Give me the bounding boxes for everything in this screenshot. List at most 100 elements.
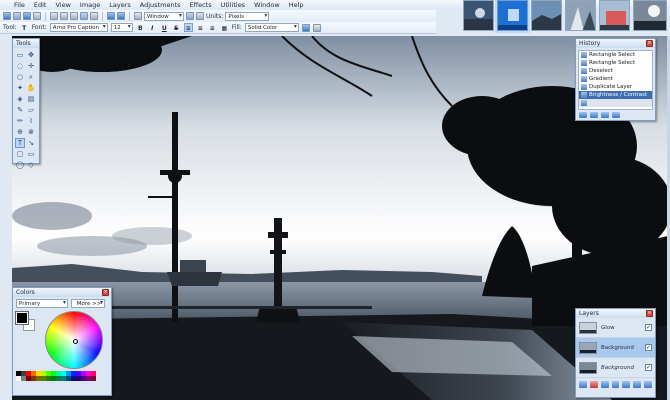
merge-layer-icon[interactable] xyxy=(611,381,620,388)
layer-visibility-checkbox[interactable]: ✓ xyxy=(645,344,652,351)
color-mode-select[interactable]: Primary xyxy=(16,299,68,308)
fill-mode-icon[interactable]: ▦ xyxy=(220,23,229,32)
recolor-icon[interactable]: ⊗ xyxy=(26,127,36,137)
rectangle-shape-icon[interactable]: ▢ xyxy=(15,149,25,159)
cut-icon[interactable] xyxy=(50,12,58,20)
delete-layer-icon[interactable] xyxy=(589,381,598,388)
underline-button[interactable]: U xyxy=(160,23,169,32)
open-icon[interactable] xyxy=(13,12,21,20)
move-layer-down-icon[interactable] xyxy=(633,381,642,388)
crop-icon[interactable] xyxy=(80,12,88,20)
menu-view[interactable]: View xyxy=(55,1,70,9)
layer-visibility-checkbox[interactable]: ✓ xyxy=(645,364,652,371)
eraser-icon[interactable]: ▱ xyxy=(26,105,36,115)
layer-properties-icon[interactable] xyxy=(644,381,653,388)
align-left-button[interactable]: ≡ xyxy=(183,23,193,32)
align-center-button[interactable]: ≡ xyxy=(196,23,205,32)
strikeout-button[interactable]: S xyxy=(172,23,181,32)
zoom-icon[interactable] xyxy=(134,12,142,20)
italic-button[interactable]: I xyxy=(148,23,157,32)
image-thumbnail[interactable] xyxy=(497,0,528,31)
history-item[interactable]: Deselect xyxy=(579,67,652,75)
menu-window[interactable]: Window xyxy=(254,1,280,9)
rounded-rectangle-icon[interactable]: ▭ xyxy=(26,149,36,159)
lasso-select-icon[interactable]: ◌ xyxy=(15,61,25,71)
ellipse-shape-icon[interactable]: ◯ xyxy=(15,160,25,170)
image-thumbnail[interactable] xyxy=(531,0,562,31)
ellipse-select-icon[interactable]: ○ xyxy=(15,72,25,82)
paintbrush-icon[interactable]: ✎ xyxy=(15,105,25,115)
undo-icon[interactable] xyxy=(107,12,115,20)
text-tool-icon[interactable]: T xyxy=(20,23,29,32)
history-item-selected[interactable]: Brightness / Contrast xyxy=(579,91,652,99)
deselect-icon[interactable] xyxy=(90,12,98,20)
text-tool-icon[interactable]: T xyxy=(15,138,25,148)
menu-layers[interactable]: Layers xyxy=(109,1,131,9)
magic-wand-icon[interactable]: ✦ xyxy=(15,83,25,93)
freeform-shape-icon[interactable]: ◇ xyxy=(26,160,36,170)
new-image-icon[interactable] xyxy=(3,12,11,20)
add-layer-icon[interactable] xyxy=(579,381,587,388)
clone-stamp-icon[interactable]: ⊕ xyxy=(15,127,25,137)
fill-select[interactable]: Solid Color xyxy=(244,23,299,32)
close-icon[interactable]: × xyxy=(102,289,109,296)
rewind-icon[interactable] xyxy=(579,112,587,118)
align-right-button[interactable]: ≡ xyxy=(208,23,217,32)
move-layer-up-icon[interactable] xyxy=(622,381,631,388)
tools-title: Tools xyxy=(13,39,39,48)
color-wheel[interactable] xyxy=(45,311,103,369)
paint-bucket-icon[interactable]: ◈ xyxy=(15,94,25,104)
duplicate-layer-icon[interactable] xyxy=(600,381,609,388)
paste-icon[interactable] xyxy=(70,12,78,20)
antialiasing-icon[interactable] xyxy=(312,23,321,32)
history-item[interactable]: Gradient xyxy=(579,75,652,83)
save-icon[interactable] xyxy=(23,12,31,20)
grid-icon[interactable] xyxy=(186,12,194,20)
more-button[interactable]: More >> xyxy=(71,299,105,308)
rulers-icon[interactable] xyxy=(196,12,204,20)
color-picker-icon[interactable]: ⌇ xyxy=(26,116,36,126)
font-size-select[interactable]: 12 xyxy=(110,23,133,32)
history-item[interactable]: Duplicate Layer xyxy=(579,83,652,91)
image-thumbnail[interactable] xyxy=(463,0,494,31)
gradient-icon[interactable]: ▤ xyxy=(26,94,36,104)
history-item[interactable]: Rectangle Select xyxy=(579,59,652,67)
menu-file[interactable]: File xyxy=(14,1,25,9)
font-select[interactable]: Arno Pro Caption xyxy=(49,23,108,32)
line-curve-icon[interactable]: ↘ xyxy=(26,138,36,148)
rendering-mode-icon[interactable] xyxy=(301,23,310,32)
layer-item-selected[interactable]: Background ✓ xyxy=(576,338,655,358)
layer-item[interactable]: Glow ✓ xyxy=(576,318,655,338)
move-icon[interactable]: ✛ xyxy=(26,61,36,71)
fast-forward-icon[interactable] xyxy=(612,112,620,118)
units-select[interactable]: Pixels xyxy=(225,11,270,21)
menu-help[interactable]: Help xyxy=(289,1,304,9)
layer-visibility-checkbox[interactable]: ✓ xyxy=(645,324,652,331)
zoom-tool-icon[interactable]: ⌕ xyxy=(26,72,36,82)
image-thumbnail[interactable] xyxy=(599,0,630,31)
close-icon[interactable]: × xyxy=(646,310,653,317)
redo-icon[interactable] xyxy=(117,12,125,20)
menu-image[interactable]: Image xyxy=(80,1,100,9)
move-selection-icon[interactable]: ✥ xyxy=(26,50,36,60)
image-thumbnail[interactable] xyxy=(565,0,596,31)
undo-icon[interactable] xyxy=(590,112,598,118)
history-item[interactable]: Rectangle Select xyxy=(579,51,652,59)
pan-icon[interactable]: ✋ xyxy=(26,83,36,93)
pencil-icon[interactable]: ✏ xyxy=(15,116,25,126)
close-icon[interactable]: × xyxy=(646,40,653,47)
layer-item[interactable]: Background ✓ xyxy=(576,358,655,378)
print-icon[interactable] xyxy=(33,12,41,20)
menu-adjustments[interactable]: Adjustments xyxy=(140,1,181,9)
bold-button[interactable]: B xyxy=(136,23,145,32)
rectangle-select-icon[interactable]: ▭ xyxy=(15,50,25,60)
primary-color-swatch[interactable] xyxy=(15,311,29,325)
menu-edit[interactable]: Edit xyxy=(34,1,47,9)
menu-utilities[interactable]: Utilities xyxy=(221,1,245,9)
layer-controls xyxy=(576,378,655,391)
redo-icon[interactable] xyxy=(601,112,609,118)
zoom-select[interactable]: Window xyxy=(144,11,184,21)
menu-effects[interactable]: Effects xyxy=(190,1,212,9)
image-thumbnail[interactable] xyxy=(633,0,667,31)
copy-icon[interactable] xyxy=(60,12,68,20)
